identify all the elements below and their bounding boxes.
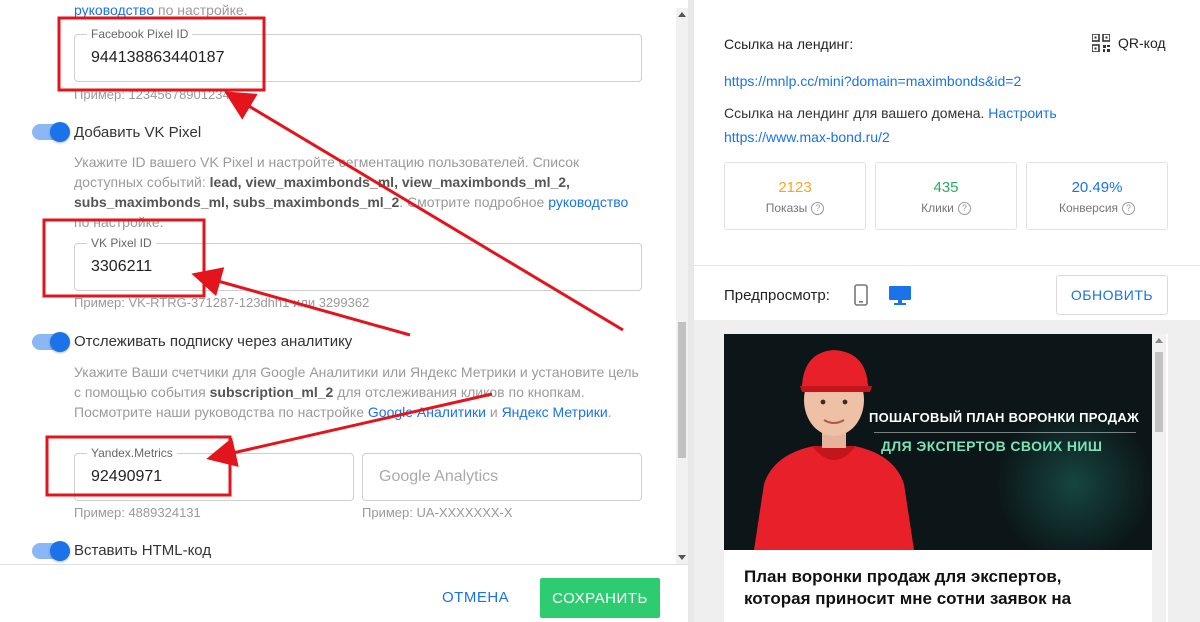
mobile-icon[interactable] <box>854 284 868 311</box>
stat-clicks-value: 435 <box>933 179 959 196</box>
guide-line: руководство по настройке. <box>74 2 248 18</box>
vk-pixel-description: Укажите ID вашего VK Pixel и настройте с… <box>74 154 629 230</box>
preview-scrollbar[interactable] <box>1152 334 1166 622</box>
google-analytics-placeholder: Google Analytics <box>379 468 499 485</box>
google-analytics-field[interactable]: Google Analytics <box>362 453 642 501</box>
desktop-icon[interactable] <box>888 284 912 311</box>
stat-conversion: 20.49% Конверсия? <box>1026 162 1168 230</box>
yandex-metrics-value: 92490971 <box>91 468 163 485</box>
banner-line-2: ДЛЯ ЭКСПЕРТОВ СВОИХ НИШ <box>881 438 1103 454</box>
google-analytics-guide-link[interactable]: Google Аналитики <box>368 404 486 420</box>
landing-url-link[interactable]: https://mnlp.cc/mini?domain=maximbonds&i… <box>724 73 1021 89</box>
cancel-button[interactable]: ОТМЕНА <box>442 589 509 606</box>
qr-code-label: QR-код <box>1118 35 1166 51</box>
facebook-pixel-field[interactable]: Facebook Pixel ID 944138863440187 <box>74 27 642 82</box>
analytics-description: Укажите Ваши счетчики для Google Аналити… <box>74 364 639 420</box>
html-code-toggle[interactable] <box>32 541 70 561</box>
landing-panel: Ссылка на лендинг: QR-код https://mnlp.c… <box>694 0 1200 622</box>
preview-banner: ПОШАГОВЫЙ ПЛАН ВОРОНКИ ПРОДАЖ ДЛЯ ЭКСПЕР… <box>724 334 1152 550</box>
vk-guide-link[interactable]: руководство <box>548 194 628 210</box>
facebook-pixel-hint: Пример: 123456789012345 <box>74 87 237 102</box>
stat-views-value: 2123 <box>778 179 812 196</box>
banner-line-1: ПОШАГОВЫЙ ПЛАН ВОРОНКИ ПРОДАЖ <box>869 410 1140 425</box>
stat-clicks: 435 Клики? <box>875 162 1017 230</box>
settings-scrollbar[interactable] <box>676 8 688 564</box>
qr-code-icon <box>1092 34 1110 52</box>
divider <box>694 265 1200 266</box>
scroll-thumb[interactable] <box>678 322 686 458</box>
vk-pixel-value: 3306211 <box>91 258 153 275</box>
domain-url-link[interactable]: https://www.max-bond.ru/2 <box>724 129 890 145</box>
yandex-metrics-label: Yandex.Metrics <box>87 446 177 460</box>
yandex-metrica-guide-link[interactable]: Яндекс Метрики <box>502 404 608 420</box>
preview-frame: ПОШАГОВЫЙ ПЛАН ВОРОНКИ ПРОДАЖ ДЛЯ ЭКСПЕР… <box>724 334 1168 622</box>
preview-area: ПОШАГОВЫЙ ПЛАН ВОРОНКИ ПРОДАЖ ДЛЯ ЭКСПЕР… <box>694 320 1200 622</box>
help-icon[interactable]: ? <box>957 201 971 215</box>
guide-link[interactable]: руководство <box>74 2 154 18</box>
help-icon[interactable]: ? <box>811 201 825 215</box>
refresh-button[interactable]: ОБНОВИТЬ <box>1056 275 1168 315</box>
dialog-footer: ОТМЕНА СОХРАНИТЬ <box>0 564 688 622</box>
qr-code-button[interactable]: QR-код <box>1092 34 1166 52</box>
yandex-metrics-hint: Пример: 4889324131 <box>74 505 201 520</box>
vk-pixel-toggle[interactable] <box>32 122 70 142</box>
vk-pixel-hint: Пример: VK-RTRG-371287-123dhh1 или 32993… <box>74 295 370 310</box>
vk-pixel-label: VK Pixel ID <box>87 236 156 250</box>
save-button[interactable]: СОХРАНИТЬ <box>540 578 660 618</box>
stat-conversion-value: 20.49% <box>1071 179 1123 196</box>
domain-setup-link[interactable]: Настроить <box>988 105 1056 121</box>
help-icon[interactable]: ? <box>1122 201 1136 215</box>
landing-link-title: Ссылка на лендинг: <box>724 36 854 52</box>
scroll-down-icon[interactable] <box>678 555 686 560</box>
html-code-toggle-label: Вставить HTML-код <box>74 542 212 559</box>
yandex-metrics-field[interactable]: Yandex.Metrics 92490971 <box>74 446 354 501</box>
facebook-pixel-label: Facebook Pixel ID <box>87 27 193 41</box>
analytics-toggle[interactable] <box>32 332 70 352</box>
vk-pixel-toggle-label: Добавить VK Pixel <box>74 124 202 141</box>
facebook-pixel-value: 944138863440187 <box>91 49 225 66</box>
settings-panel: руководство по настройке. Facebook Pixel… <box>0 0 676 622</box>
scroll-up-icon[interactable] <box>678 12 686 17</box>
vk-pixel-field[interactable]: VK Pixel ID 3306211 <box>74 236 642 291</box>
preview-title: План воронки продаж для экспертов, котор… <box>744 567 1072 608</box>
google-analytics-hint: Пример: UA-XXXXXXX-X <box>362 505 513 520</box>
preview-label: Предпросмотр: <box>724 287 830 304</box>
analytics-toggle-label: Отслеживать подписку через аналитику <box>74 333 353 350</box>
stat-views: 2123 Показы? <box>724 162 866 230</box>
domain-text: Ссылка на лендинг для вашего домена. Нас… <box>724 105 1057 121</box>
